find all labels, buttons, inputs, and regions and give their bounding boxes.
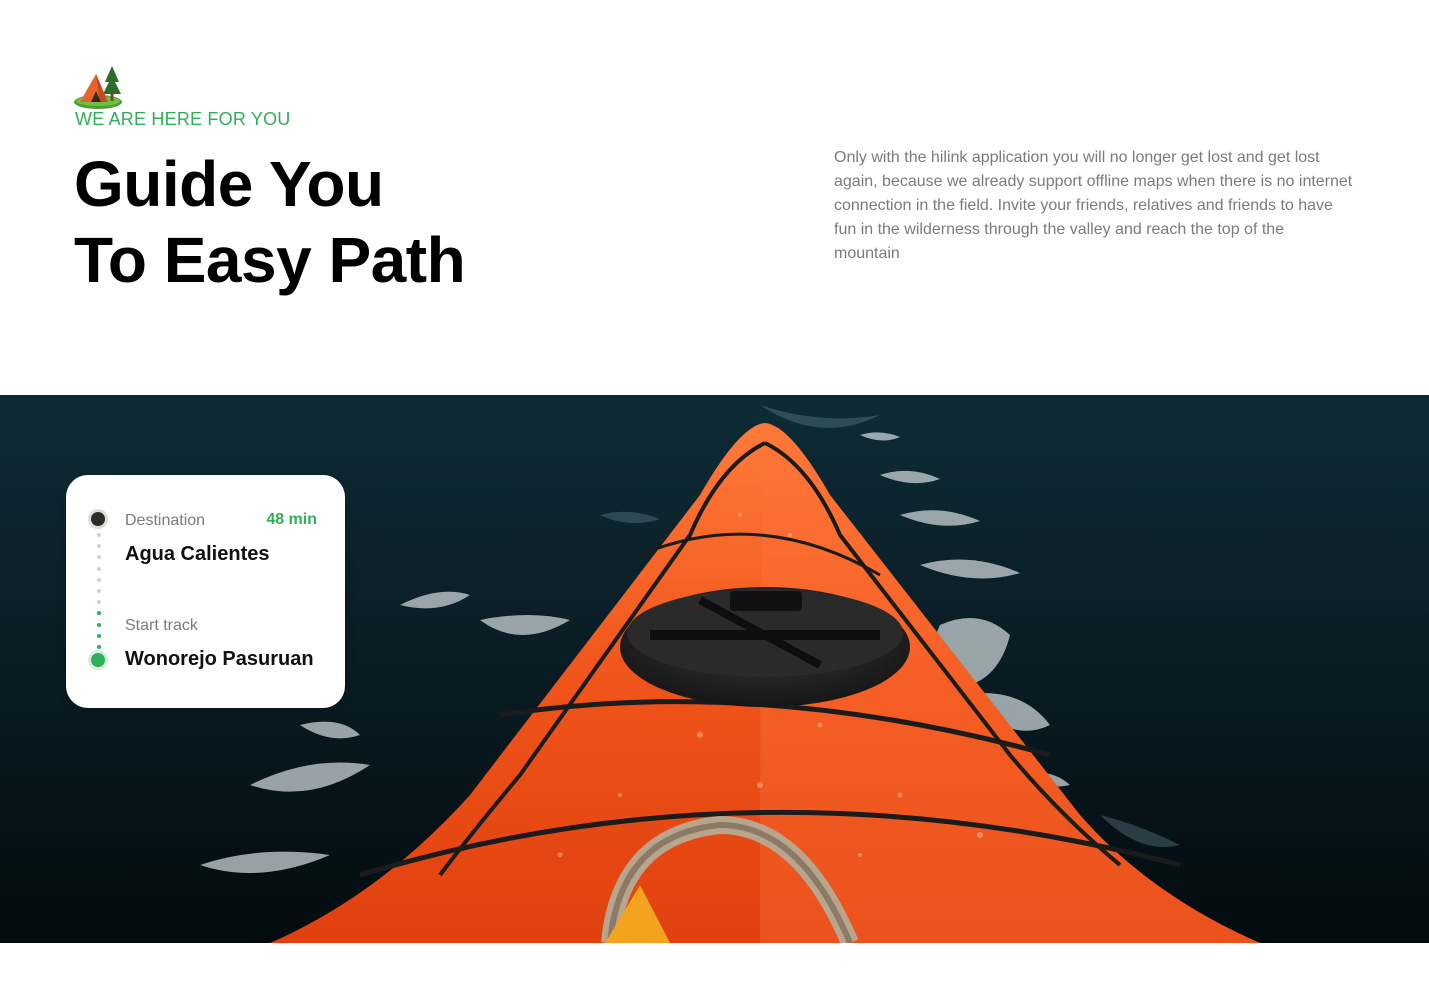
route-card: Destination 48 min Agua Calientes Start …	[66, 475, 345, 708]
track-line	[97, 533, 101, 649]
destination-marker-icon	[91, 512, 105, 526]
camp-icon	[74, 66, 122, 109]
start-name: Wonorejo Pasuruan	[125, 648, 314, 670]
destination-name: Agua Calientes	[125, 543, 270, 565]
intro-paragraph: Only with the hilink application you wil…	[834, 149, 1353, 262]
start-label: Start track	[125, 617, 198, 634]
headline-line-1: Guide You	[74, 148, 384, 220]
page-headline: Guide You To Easy Path	[74, 146, 594, 298]
eyebrow-text: WE ARE HERE FOR YOU	[75, 109, 291, 129]
headline-line-2: To Easy Path	[74, 224, 466, 296]
destination-label: Destination	[125, 512, 206, 529]
eta-value: 48 min	[266, 511, 317, 528]
start-marker-icon	[91, 653, 105, 667]
page: WE ARE HERE FOR YOU Guide You To Easy Pa…	[0, 0, 1429, 1004]
